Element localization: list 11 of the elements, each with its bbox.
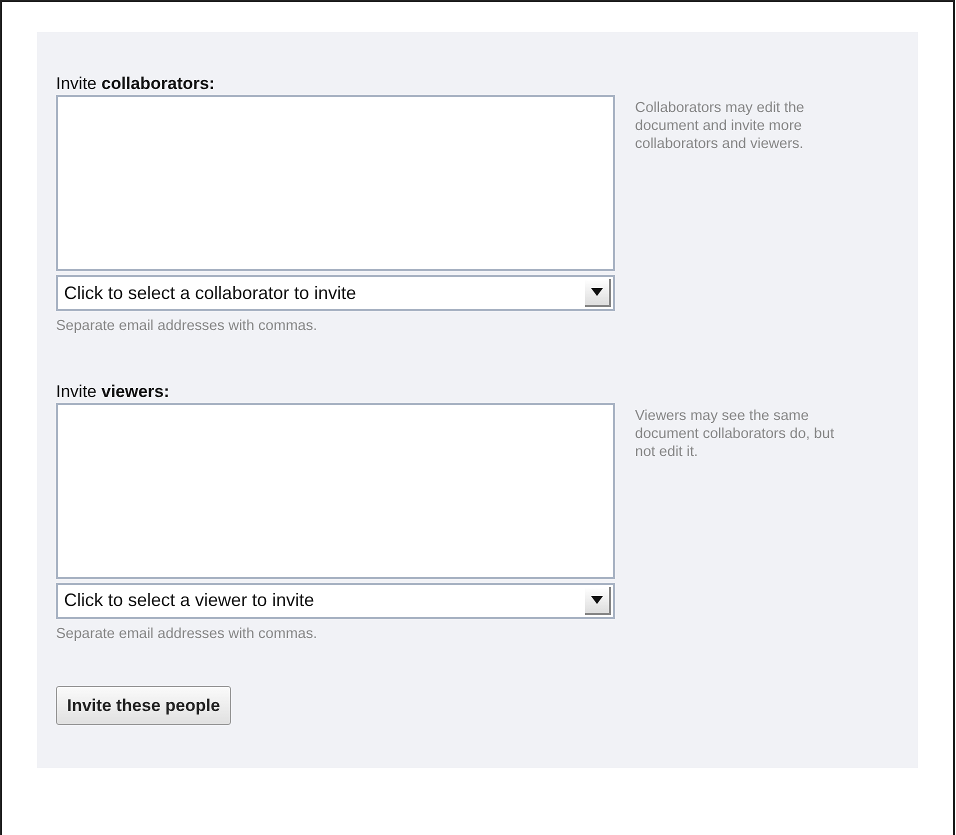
hint-text: Separate email addresses with commas. <box>56 317 318 336</box>
email-input-field[interactable] <box>56 95 615 271</box>
invite-button[interactable]: Invite these people <box>56 686 232 725</box>
field-label: Invite viewers: <box>56 382 170 402</box>
description-text: Viewers may see the same document collaborators do, but not edit it. <box>635 406 835 462</box>
description-text: Collaborators may edit the document and invite more collaborators and viewers. <box>635 99 806 154</box>
select-dropdown[interactable]: Click to select a collaborator to invite <box>56 275 615 311</box>
field-label: Invite collaborators: <box>56 74 216 94</box>
hint-text: Separate email addresses with commas. <box>56 624 318 644</box>
email-input-field[interactable] <box>56 402 615 579</box>
select-dropdown[interactable]: Click to select a viewer to invite <box>56 582 615 619</box>
